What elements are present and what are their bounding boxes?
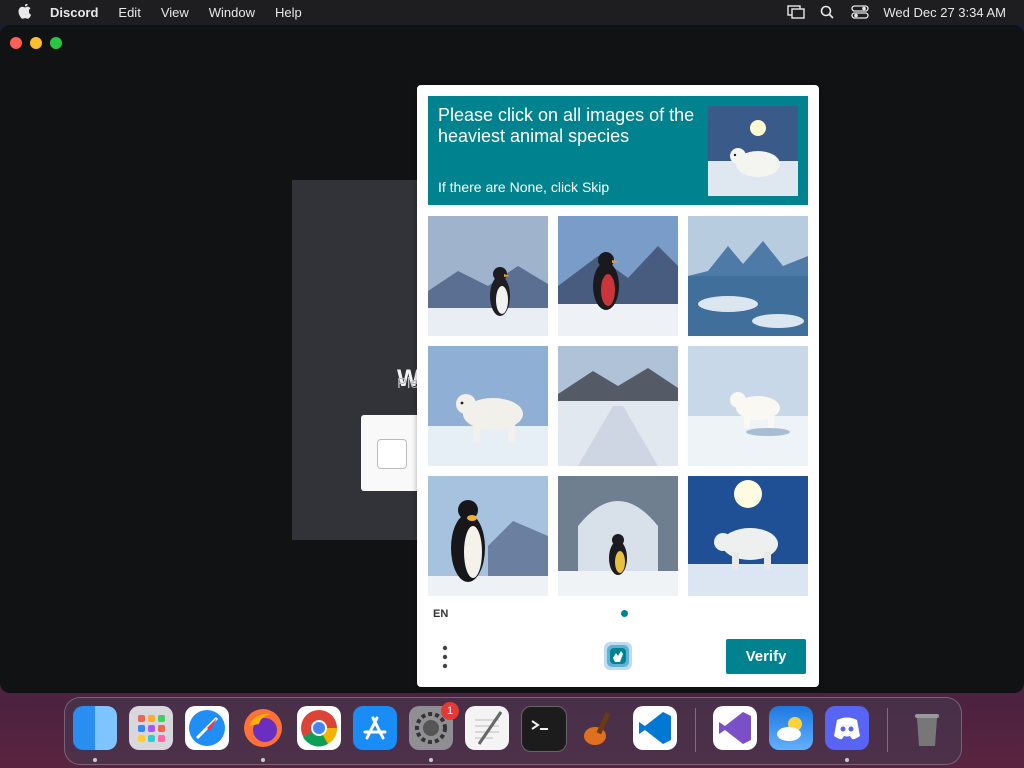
captcha-prompt-title: Please click on all images of the heavie…	[438, 105, 695, 146]
captcha-tile-5-snow-landscape[interactable]	[558, 346, 678, 466]
discord-modal-subtitle: Ple	[397, 375, 419, 392]
weather-icon[interactable]	[769, 706, 813, 750]
captcha-tile-2-penguin[interactable]	[558, 216, 678, 336]
trash-icon[interactable]	[905, 706, 949, 750]
menu-view[interactable]: View	[161, 5, 189, 20]
zoom-window-button[interactable]	[50, 37, 62, 49]
firefox-icon[interactable]	[241, 706, 285, 750]
visual-studio-icon[interactable]	[713, 706, 757, 750]
menu-window[interactable]: Window	[209, 5, 255, 20]
language-selector[interactable]: EN	[433, 608, 448, 620]
verify-button[interactable]: Verify	[726, 639, 806, 674]
captcha-tile-8-penguin-ice-cave[interactable]	[558, 476, 678, 596]
app-store-icon[interactable]	[353, 706, 397, 750]
settings-notification-badge: 1	[441, 702, 459, 720]
finder-icon[interactable]	[73, 706, 117, 750]
window-controls	[10, 37, 62, 49]
menubar-clock[interactable]: Wed Dec 27 3:34 AM	[883, 5, 1006, 20]
challenge-progress-dot	[621, 610, 628, 617]
captcha-challenge: Please click on all images of the heavie…	[417, 85, 819, 687]
captcha-prompt: Please click on all images of the heavie…	[428, 96, 808, 205]
hcaptcha-logo-icon	[604, 642, 632, 670]
captcha-tile-6-polar-bear[interactable]	[688, 346, 808, 466]
textedit-icon[interactable]	[465, 706, 509, 750]
captcha-tile-4-polar-bear[interactable]	[428, 346, 548, 466]
safari-icon[interactable]	[185, 706, 229, 750]
discord-icon[interactable]	[825, 706, 869, 750]
apple-icon[interactable]	[18, 4, 32, 20]
terminal-icon[interactable]	[521, 706, 567, 752]
captcha-tile-3-icy-landscape[interactable]	[688, 216, 808, 336]
launchpad-icon[interactable]	[129, 706, 173, 750]
captcha-tile-9-polar-bear[interactable]	[688, 476, 808, 596]
app-menu-discord[interactable]: Discord	[50, 5, 98, 20]
menu-edit[interactable]: Edit	[118, 5, 140, 20]
screen-mirroring-icon[interactable]	[787, 5, 806, 19]
control-center-icon[interactable]	[851, 5, 870, 19]
menu-bar: Discord Edit View Window Help Wed Dec 27…	[0, 0, 1024, 24]
minimize-window-button[interactable]	[30, 37, 42, 49]
dock: 1	[64, 697, 962, 765]
captcha-prompt-subtitle: If there are None, click Skip	[438, 179, 610, 195]
hcaptcha-checkbox[interactable]	[377, 439, 407, 469]
captcha-tile-7-penguin[interactable]	[428, 476, 548, 596]
garageband-icon[interactable]	[577, 706, 621, 750]
more-options-icon[interactable]	[439, 643, 451, 671]
captcha-tile-1-penguin[interactable]	[428, 216, 548, 336]
chrome-icon[interactable]	[297, 706, 341, 750]
close-window-button[interactable]	[10, 37, 22, 49]
menu-help[interactable]: Help	[275, 5, 302, 20]
vscode-icon[interactable]	[633, 706, 677, 750]
example-polar-bear-image	[708, 106, 798, 196]
spotlight-search-icon[interactable]	[819, 5, 837, 19]
